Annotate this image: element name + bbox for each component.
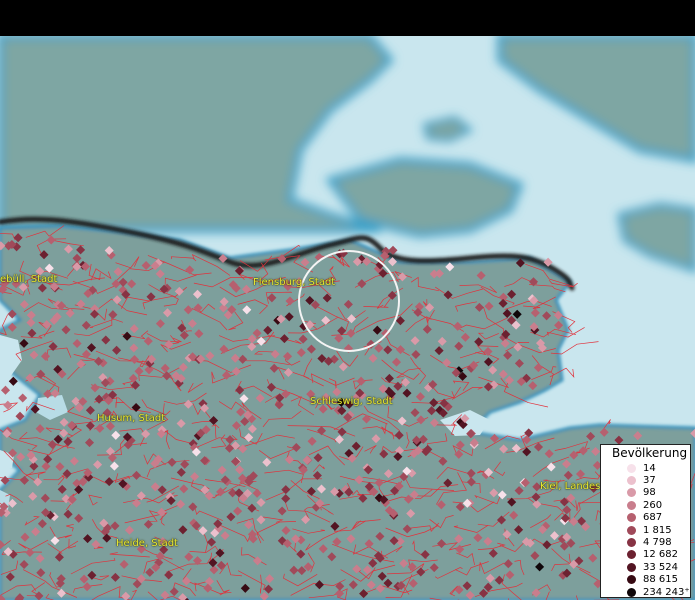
legend-item: 88 615	[601, 574, 690, 586]
legend-label: 1 815	[643, 524, 672, 536]
legend-swatch	[627, 562, 636, 572]
legend-item: 4 798	[601, 536, 690, 548]
legend-item: 33 524	[601, 561, 690, 573]
place-label-schleswig: Schleswig, Stadt	[310, 396, 393, 407]
place-label-flensburg: Flensburg, Stadt	[253, 277, 336, 288]
legend-item: 12 682	[601, 549, 690, 561]
legend-label: 98	[643, 487, 656, 499]
map-window: ebüll, Stadt Flensburg, Stadt Schleswig,…	[0, 0, 695, 600]
place-label-husum: Husum, Stadt	[97, 413, 166, 424]
legend-item: 234 243⁺	[601, 586, 690, 598]
legend-label: 33 524	[643, 561, 678, 573]
legend-swatch	[627, 587, 636, 597]
top-bar	[0, 0, 695, 36]
legend-swatch	[627, 550, 636, 560]
legend-label: 260	[643, 499, 663, 511]
place-label-kiel: Kiel, Landes	[540, 481, 601, 492]
legend-label: 88 615	[643, 574, 678, 586]
legend-label: 37	[643, 475, 656, 487]
legend-label: 4 798	[643, 537, 672, 549]
legend-item: 98	[601, 487, 690, 499]
legend-swatch	[627, 525, 636, 535]
legend-swatch	[627, 488, 636, 498]
legend-title: Bevölkerung	[612, 446, 688, 460]
place-label-heide: Heide, Stadt	[116, 538, 178, 549]
legend-swatch	[627, 538, 636, 548]
legend-item: 687	[601, 512, 690, 524]
legend-swatch	[627, 575, 636, 585]
legend-label: 12 682	[643, 549, 678, 561]
legend-label: 234 243⁺	[643, 586, 690, 598]
legend-item: 14	[601, 462, 690, 474]
legend-swatch	[627, 500, 636, 510]
map-canvas[interactable]	[0, 36, 695, 600]
legend-item: 37	[601, 474, 690, 486]
legend-item: 260	[601, 499, 690, 511]
legend-swatch	[627, 513, 636, 523]
legend-label: 14	[643, 462, 656, 474]
legend-item: 1 815	[601, 524, 690, 536]
legend-swatch	[627, 463, 636, 473]
legend-label: 687	[643, 512, 663, 524]
legend-swatch	[627, 476, 636, 486]
legend-rows: 14 37 98 260 687 1 815 4 798 12 682 33 524 88 615…	[601, 462, 690, 598]
place-label-niebuell: ebüll, Stadt	[0, 274, 58, 285]
population-legend: Bevölkerung 14 37 98 260 687 1 815 4 798 12 682…	[600, 444, 691, 598]
